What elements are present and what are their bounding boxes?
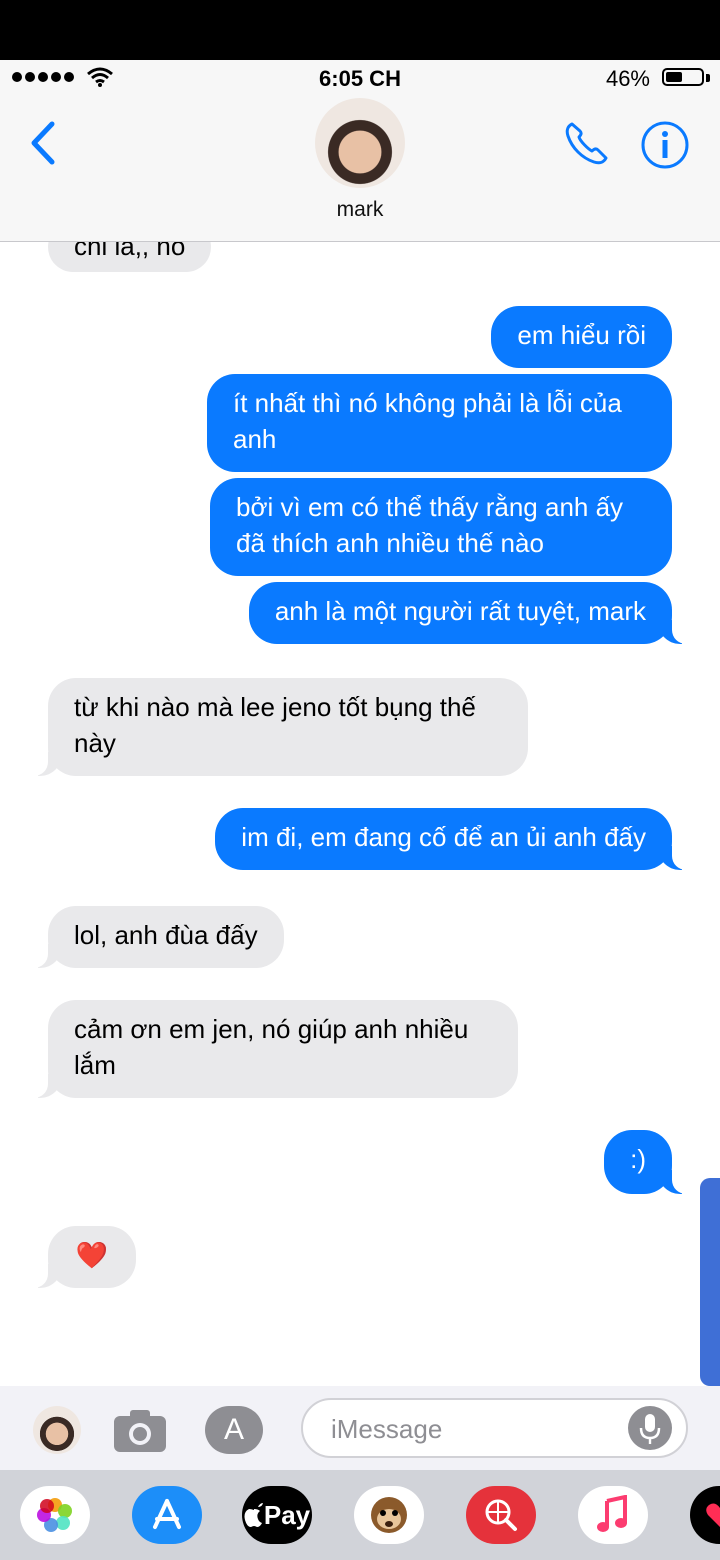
microphone-icon[interactable]	[628, 1406, 672, 1450]
outgoing-message[interactable]: ít nhất thì nó không phải là lỗi của anh	[207, 374, 672, 472]
apple-pay-icon[interactable]: Pay	[242, 1486, 312, 1544]
photos-icon[interactable]	[20, 1486, 90, 1544]
conversation-header: 6:05 CH 46% mark	[0, 60, 720, 242]
my-avatar[interactable]	[33, 1406, 81, 1454]
app-store-button[interactable]: A	[205, 1406, 263, 1454]
contact-avatar[interactable]	[315, 98, 405, 188]
incoming-message[interactable]: cảm ơn em jen, nó giúp anh nhiều lắm	[30, 1000, 518, 1098]
incoming-message[interactable]: chỉ là,, nó	[48, 242, 212, 272]
message-thread[interactable]: chỉ là,, nó em hiểu rồi ít nhất thì nó k…	[0, 242, 720, 1386]
back-chevron-icon[interactable]	[26, 118, 66, 168]
info-icon[interactable]	[640, 120, 690, 170]
outgoing-message[interactable]: im đi, em đang cố để an ủi anh đấy	[215, 808, 690, 870]
music-icon[interactable]	[578, 1486, 648, 1544]
scroll-indicator[interactable]	[700, 1178, 720, 1386]
incoming-message[interactable]: lol, anh đùa đấy	[30, 906, 284, 968]
web-search-icon[interactable]	[466, 1486, 536, 1544]
imessage-input[interactable]: iMessage	[301, 1398, 688, 1458]
camera-icon[interactable]	[112, 1406, 168, 1454]
battery-icon	[662, 68, 704, 86]
app-store-icon[interactable]	[132, 1486, 202, 1544]
incoming-message-heart[interactable]: ❤️	[30, 1226, 136, 1288]
imessage-placeholder: iMessage	[331, 1414, 443, 1444]
battery-percent: 46%	[605, 66, 650, 91]
animoji-icon[interactable]	[354, 1486, 424, 1544]
battery-fill	[666, 72, 682, 82]
battery-cap	[706, 74, 710, 82]
outgoing-message[interactable]: anh là một người rất tuyệt, mark	[248, 582, 691, 644]
outgoing-message[interactable]: bởi vì em có thể thấy rằng anh ấy đã thí…	[210, 478, 672, 576]
contact-name[interactable]: mark	[0, 198, 720, 222]
incoming-message[interactable]: từ khi nào mà lee jeno tốt bụng thế này	[30, 678, 528, 776]
top-bezel	[0, 0, 720, 60]
heart-icon[interactable]	[690, 1486, 720, 1544]
phone-icon[interactable]	[560, 118, 612, 170]
outgoing-message[interactable]: :)	[604, 1130, 690, 1194]
app-drawer: Pay	[0, 1470, 720, 1560]
outgoing-message[interactable]: em hiểu rồi	[491, 306, 672, 368]
compose-bar: A iMessage	[0, 1386, 720, 1470]
apple-pay-label: Pay	[263, 1499, 311, 1530]
